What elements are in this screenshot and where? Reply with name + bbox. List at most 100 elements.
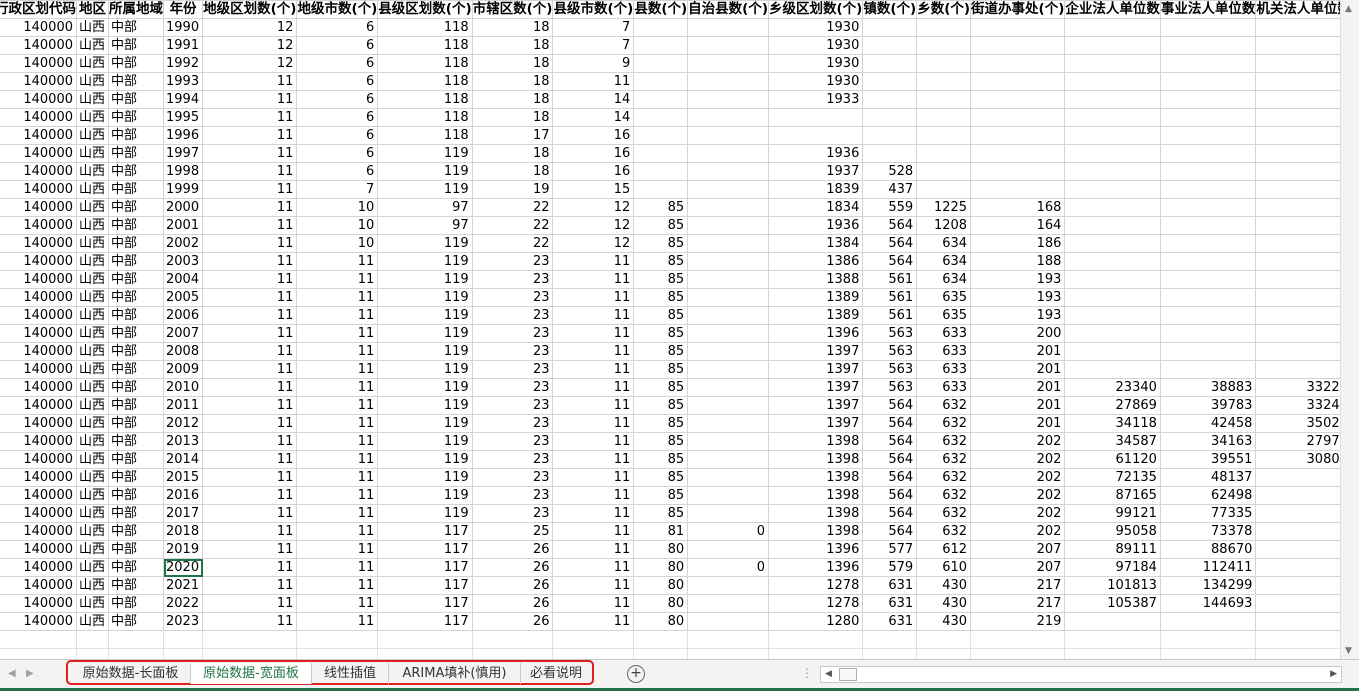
cell[interactable] xyxy=(1064,72,1161,91)
cell[interactable]: 118 xyxy=(377,72,473,91)
cell[interactable]: 140000 xyxy=(0,468,77,487)
cell[interactable] xyxy=(1064,180,1161,199)
cell[interactable]: 山西 xyxy=(75,270,110,289)
cell[interactable]: 119 xyxy=(377,270,473,289)
cell[interactable]: 山西 xyxy=(75,576,110,595)
cell[interactable]: 119 xyxy=(377,306,473,325)
cell[interactable]: 中部 xyxy=(108,270,165,289)
column-header[interactable]: 地级区划数(个) xyxy=(202,0,298,19)
cell[interactable] xyxy=(970,36,1066,55)
cell[interactable]: 140000 xyxy=(0,540,77,559)
cell[interactable]: 山西 xyxy=(75,306,110,325)
cell[interactable] xyxy=(1159,252,1257,271)
cell[interactable]: 88670 xyxy=(1159,540,1257,559)
cell[interactable]: 11 xyxy=(296,486,379,505)
cell[interactable] xyxy=(768,108,864,127)
cell[interactable]: 23340 xyxy=(1064,378,1161,397)
cell[interactable]: 7 xyxy=(552,18,635,37)
cell[interactable]: 7 xyxy=(296,180,379,199)
cell[interactable]: 140000 xyxy=(0,90,77,109)
column-header[interactable]: 所属地域 xyxy=(108,0,165,19)
cell[interactable] xyxy=(633,36,689,55)
cell[interactable]: 85 xyxy=(633,432,689,451)
cell[interactable]: 23 xyxy=(471,414,554,433)
cell[interactable]: 561 xyxy=(862,306,918,325)
cell[interactable]: 11 xyxy=(202,90,298,109)
cell[interactable] xyxy=(970,180,1066,199)
cell[interactable]: 105387 xyxy=(1064,594,1161,613)
cell[interactable] xyxy=(163,630,204,649)
cell[interactable] xyxy=(1255,486,1341,505)
cell[interactable]: 201 xyxy=(970,378,1066,397)
cell[interactable]: 11 xyxy=(296,252,379,271)
cell[interactable]: 山西 xyxy=(75,432,110,451)
cell[interactable]: 11 xyxy=(296,360,379,379)
cell[interactable] xyxy=(687,216,770,235)
cell[interactable]: 1997 xyxy=(163,144,204,163)
cell[interactable]: 631 xyxy=(862,576,918,595)
cell[interactable]: 39783 xyxy=(1159,396,1257,415)
cell[interactable]: 11 xyxy=(202,270,298,289)
cell[interactable] xyxy=(1159,108,1257,127)
cell[interactable]: 23 xyxy=(471,306,554,325)
cell[interactable]: 2011 xyxy=(163,396,204,415)
cell[interactable]: 140000 xyxy=(0,504,77,523)
tab-prev-icon[interactable]: ◀ xyxy=(8,668,16,679)
cell[interactable]: 中部 xyxy=(108,216,165,235)
cell[interactable]: 1998 xyxy=(163,162,204,181)
cell[interactable] xyxy=(1064,342,1161,361)
cell[interactable]: 12 xyxy=(552,216,635,235)
cell[interactable]: 中部 xyxy=(108,378,165,397)
cell[interactable] xyxy=(1255,54,1341,73)
cell[interactable] xyxy=(916,162,972,181)
tab-wide-panel[interactable]: 原始数据-宽面板 xyxy=(191,663,312,684)
cell[interactable]: 山西 xyxy=(75,558,110,577)
cell[interactable] xyxy=(687,414,770,433)
column-header[interactable]: 街道办事处(个) xyxy=(970,0,1066,19)
cell[interactable] xyxy=(970,108,1066,127)
cell[interactable]: 430 xyxy=(916,594,972,613)
cell[interactable] xyxy=(1255,144,1341,163)
cell[interactable]: 山西 xyxy=(75,612,110,631)
cell[interactable]: 2009 xyxy=(163,360,204,379)
cell[interactable]: 34163 xyxy=(1159,432,1257,451)
cell[interactable]: 山西 xyxy=(75,378,110,397)
cell[interactable]: 11 xyxy=(296,612,379,631)
cell[interactable] xyxy=(687,162,770,181)
cell[interactable]: 430 xyxy=(916,576,972,595)
cell[interactable]: 200 xyxy=(970,324,1066,343)
cell[interactable] xyxy=(687,252,770,271)
cell[interactable]: 11 xyxy=(296,378,379,397)
cell[interactable]: 中部 xyxy=(108,468,165,487)
cell[interactable]: 1398 xyxy=(768,504,864,523)
cell[interactable]: 202 xyxy=(970,432,1066,451)
cell[interactable] xyxy=(1064,126,1161,145)
cell[interactable]: 中部 xyxy=(108,414,165,433)
cell[interactable]: 140000 xyxy=(0,180,77,199)
cell[interactable]: 18 xyxy=(471,90,554,109)
column-header[interactable]: 企业法人单位数 xyxy=(1064,0,1161,19)
cell[interactable]: 140000 xyxy=(0,252,77,271)
cell[interactable] xyxy=(1064,306,1161,325)
cell[interactable]: 11 xyxy=(552,432,635,451)
cell[interactable] xyxy=(1255,630,1341,649)
cell[interactable] xyxy=(1255,18,1341,37)
cell[interactable]: 2023 xyxy=(163,612,204,631)
cell[interactable]: 635 xyxy=(916,288,972,307)
cell[interactable] xyxy=(1159,144,1257,163)
cell[interactable]: 14 xyxy=(552,108,635,127)
cell[interactable] xyxy=(1255,558,1341,577)
cell[interactable] xyxy=(1159,18,1257,37)
cell[interactable]: 2010 xyxy=(163,378,204,397)
cell[interactable] xyxy=(1255,468,1341,487)
cell[interactable]: 18 xyxy=(471,72,554,91)
column-header[interactable]: 地级市数(个) xyxy=(296,0,379,19)
cell[interactable]: 山西 xyxy=(75,342,110,361)
cell[interactable]: 中部 xyxy=(108,36,165,55)
cell[interactable]: 48137 xyxy=(1159,468,1257,487)
cell[interactable]: 11 xyxy=(552,252,635,271)
cell[interactable] xyxy=(471,630,554,649)
cell[interactable]: 34587 xyxy=(1064,432,1161,451)
cell[interactable] xyxy=(916,144,972,163)
cell[interactable] xyxy=(687,396,770,415)
